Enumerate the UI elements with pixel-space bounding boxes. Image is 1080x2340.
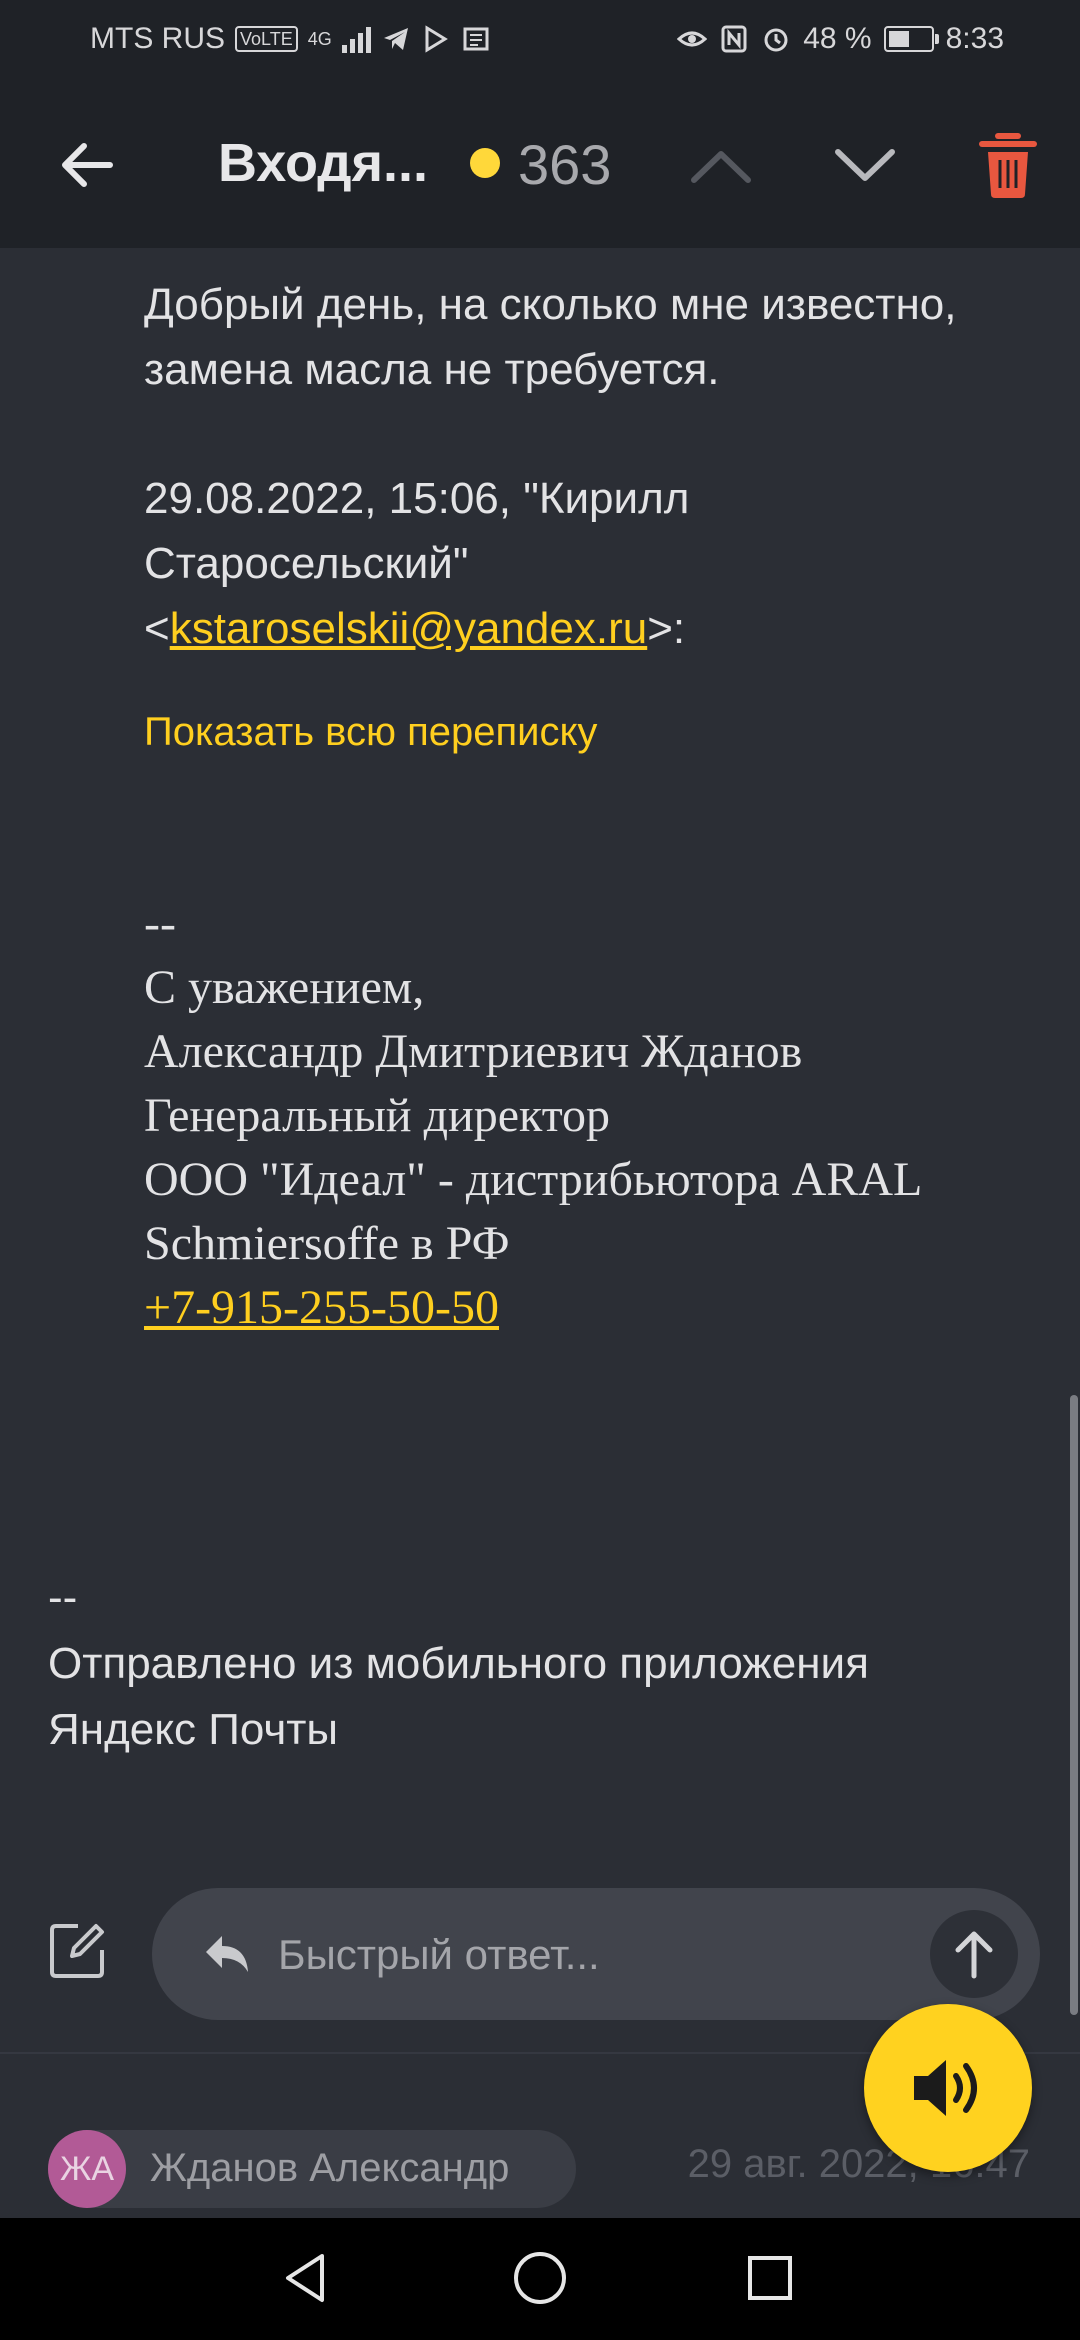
alarm-icon: [764, 28, 788, 52]
avatar: ЖА: [48, 2130, 126, 2208]
app-bar: Входя... 363: [0, 80, 1080, 248]
folder-title[interactable]: Входя...: [218, 132, 428, 194]
play-store-icon: [425, 25, 448, 53]
back-arrow-icon[interactable]: [52, 130, 122, 200]
reply-line: замена масла не требуется.: [144, 345, 720, 394]
footer-dashes: --: [48, 1573, 78, 1622]
reply-arrow-icon: [206, 1936, 248, 1972]
reply-line: Добрый день, на сколько мне известно,: [144, 280, 957, 329]
speaker-icon: [914, 2060, 977, 2116]
read-aloud-button[interactable]: [864, 2004, 1032, 2172]
scrollbar[interactable]: [1070, 1395, 1078, 2015]
system-navigation-bar: [0, 2218, 1080, 2340]
news-icon: [463, 27, 489, 51]
compose-icon[interactable]: [48, 1920, 108, 1980]
email-bracket: <: [144, 604, 170, 653]
signature-line: Schmiersoffe в РФ: [144, 1217, 510, 1270]
signature-dashes: --: [144, 897, 176, 950]
quote-line: Старосельский": [144, 539, 469, 588]
signal-icon: [341, 25, 371, 53]
footer-line: Яндекс Почты: [48, 1705, 339, 1754]
nav-home-circle-icon[interactable]: [510, 2248, 570, 2308]
footer-line: Отправлено из мобильного приложения: [48, 1639, 869, 1688]
volte-icon: VoLTE: [235, 26, 298, 52]
battery-icon: [883, 26, 939, 52]
nav-recents-square-icon[interactable]: [740, 2248, 800, 2308]
clock: 8:33: [945, 22, 1004, 55]
eye-icon: [677, 31, 708, 47]
arrow-up-icon: [955, 1931, 993, 1979]
status-bar: MTS RUS VoLTE 4G 48 % 8:33: [0, 0, 1080, 80]
telegram-icon: [383, 28, 408, 50]
quote-line: 29.08.2022, 15:06, "Кирилл: [144, 474, 690, 523]
unread-dot-icon: [470, 148, 500, 178]
send-button[interactable]: [930, 1910, 1018, 1998]
quote-header: 29.08.2022, 15:06, "Кирилл Старосельский…: [144, 466, 689, 661]
trash-icon[interactable]: [978, 128, 1038, 202]
reply-text: Добрый день, на сколько мне известно, за…: [144, 272, 956, 402]
battery-percent: 48 %: [803, 22, 872, 55]
signature-line: ООО "Идеал" - дистрибьютора ARAL: [144, 1153, 923, 1206]
sender-chip[interactable]: ЖА Жданов Александр: [48, 2130, 576, 2208]
mobile-footer: -- Отправлено из мобильного приложения Я…: [48, 1565, 869, 1763]
show-thread-link[interactable]: Показать всю переписку: [144, 710, 597, 755]
signature-line: Александр Дмитриевич Жданов: [144, 1025, 803, 1078]
signature-line: Генеральный директор: [144, 1089, 611, 1142]
previous-message-chevron-up-icon[interactable]: [686, 136, 756, 196]
sender-name: Жданов Александр: [150, 2146, 510, 2190]
carrier-label: MTS RUS: [90, 22, 225, 55]
next-message-chevron-down-icon[interactable]: [830, 136, 900, 196]
nav-back-triangle-icon[interactable]: [276, 2248, 336, 2308]
phone-link[interactable]: +7-915-255-50-50: [144, 1281, 499, 1334]
signature-line: С уважением,: [144, 961, 425, 1014]
status-left: MTS RUS VoLTE 4G: [90, 22, 491, 56]
network-type: 4G: [307, 29, 332, 49]
nfc-icon: [721, 25, 747, 53]
email-bracket: >:: [647, 604, 686, 653]
quick-reply-box[interactable]: [152, 1888, 1040, 2020]
quote-email-line: <kstaroselskii@yandex.ru>:: [144, 596, 689, 661]
status-right: 48 % 8:33: [677, 22, 1004, 56]
quick-reply-input[interactable]: [276, 1918, 880, 1992]
sender-email-link[interactable]: kstaroselskii@yandex.ru: [170, 604, 648, 653]
signature: -- С уважением, Александр Дмитриевич Жда…: [144, 892, 922, 1340]
unread-count: 363: [518, 133, 612, 196]
